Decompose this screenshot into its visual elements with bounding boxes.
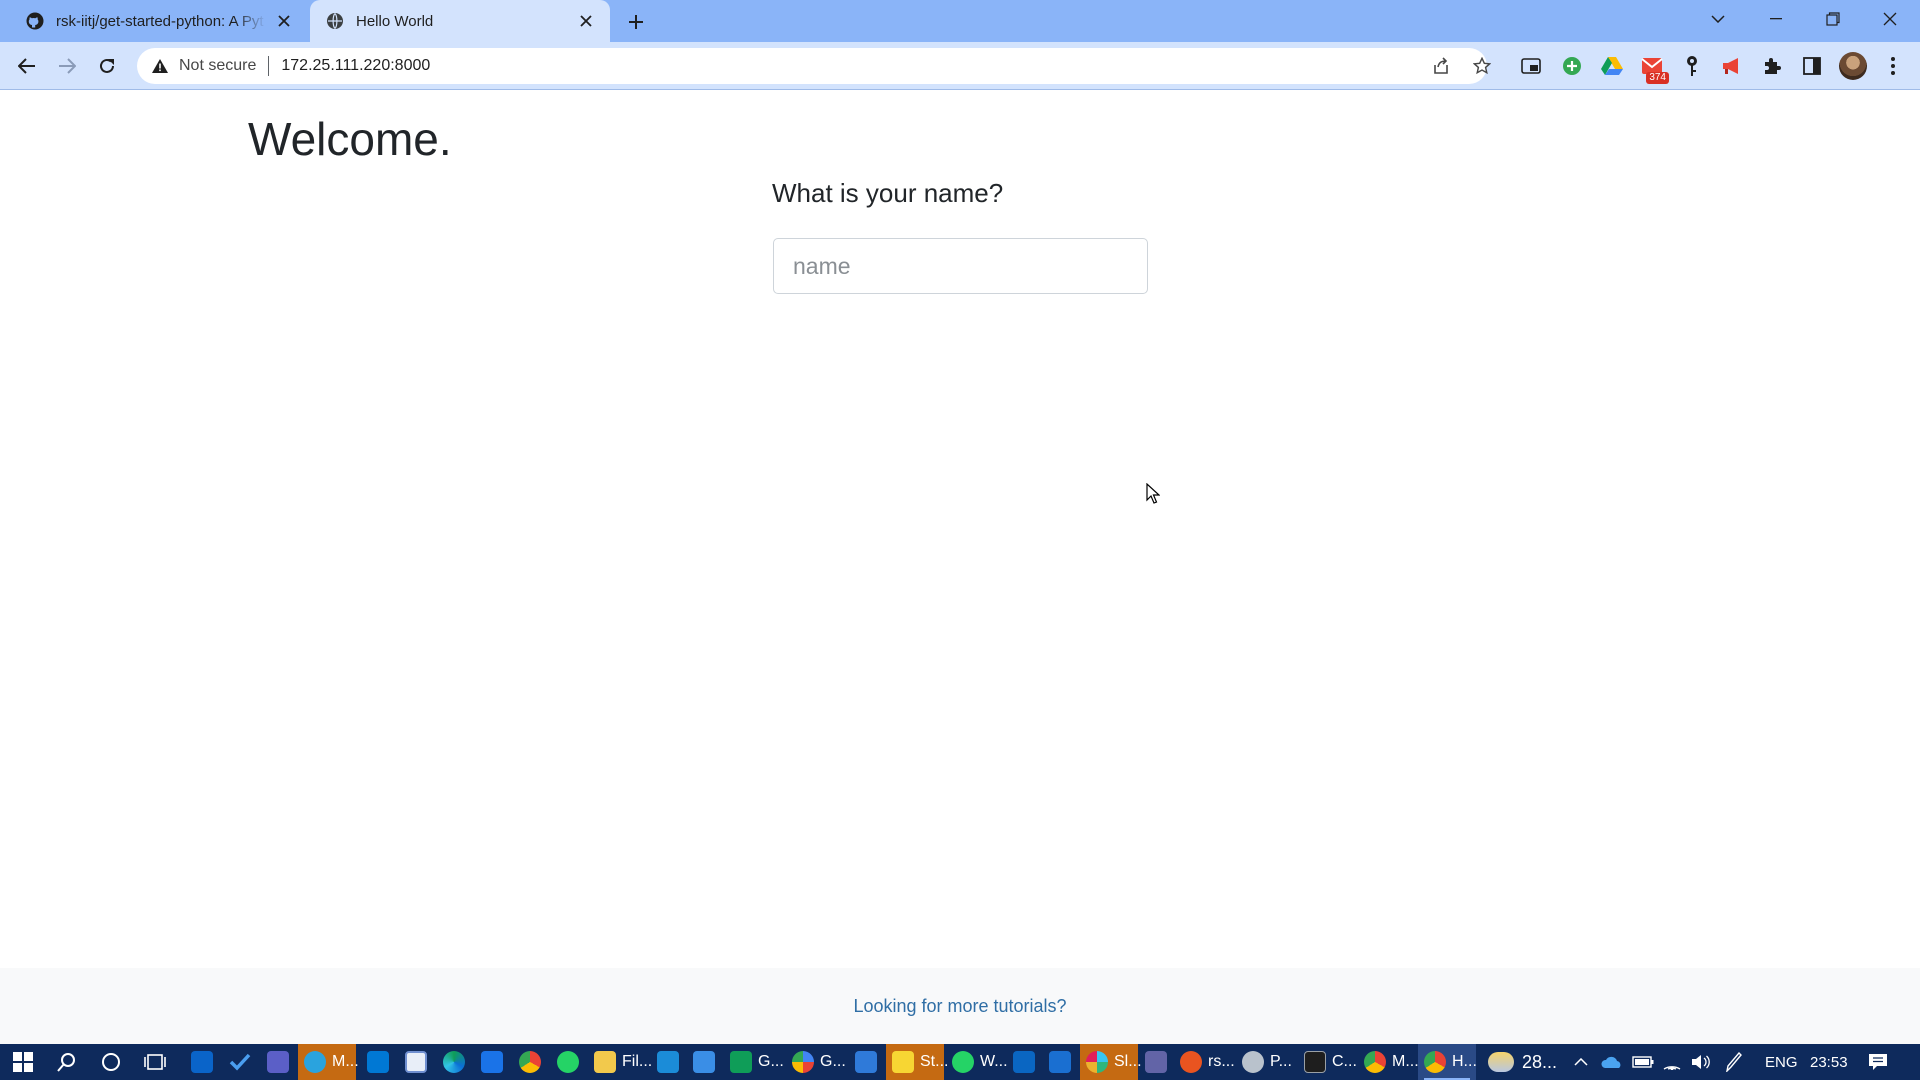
pen-icon[interactable] [1726,1044,1742,1080]
divider [268,56,270,76]
browser-menu-icon[interactable] [1878,51,1908,81]
back-button[interactable] [11,50,43,82]
chrome-app-h[interactable]: H... [1418,1044,1477,1080]
close-window-button[interactable] [1862,0,1918,38]
wifi-icon[interactable] [1662,1044,1682,1080]
add-extension-icon[interactable] [1557,51,1587,81]
cortana-icon[interactable] [96,1044,126,1080]
windows-start-icon[interactable] [8,1044,38,1080]
new-tab-button[interactable] [622,8,650,36]
onedrive-icon[interactable] [1601,1044,1623,1080]
close-icon[interactable] [274,11,294,31]
weather-text: 28... [1522,1051,1558,1072]
github-icon [26,12,44,30]
mail-icon[interactable] [690,1044,718,1080]
search-icon[interactable] [52,1044,82,1080]
language-indicator[interactable]: ENG [1765,1044,1798,1080]
windows-taskbar: M... Fil... G... G... St... W... Sl... r… [0,1044,1920,1080]
tab-title: Hello World [356,12,434,30]
weather-icon [1488,1052,1514,1072]
weather-widget[interactable]: 28... [1488,1044,1557,1080]
browser-toolbar: Not secure 172.25.111.220:8000 374 [0,42,1920,90]
name-question-label: What is your name? [772,178,1004,208]
edge-icon[interactable] [440,1044,468,1080]
slack-app[interactable]: Sl... [1080,1044,1142,1080]
share-icon[interactable] [1429,54,1453,78]
todo-icon[interactable] [226,1044,254,1080]
unread-count-badge: 374 [1646,72,1669,84]
mouse-pointer-icon [1146,482,1161,510]
chrome-icon[interactable] [516,1044,544,1080]
key-extension-icon[interactable] [1677,51,1707,81]
paint-icon[interactable] [852,1044,880,1080]
show-hidden-icons-chevron-icon[interactable] [1574,1044,1588,1080]
sheets-app[interactable]: G... [726,1044,784,1080]
tab-hello-world[interactable]: Hello World [310,0,610,42]
restore-button[interactable] [1805,0,1861,38]
tab-github[interactable]: rsk-iitj/get-started-python: A Pyt [0,0,308,42]
extensions-puzzle-icon[interactable] [1757,51,1787,81]
globe-icon [326,12,344,30]
browser-tab-strip: rsk-iitj/get-started-python: A Pyt Hello… [0,0,1920,42]
terminal-app[interactable]: C... [1300,1044,1364,1080]
tab-title: rsk-iitj/get-started-python: A Pyt [56,12,264,30]
forward-button[interactable] [51,50,83,82]
volume-icon[interactable] [1691,1044,1711,1080]
notifications-icon[interactable] [1868,1044,1888,1080]
page-heading: Welcome. [248,113,452,165]
profile-avatar[interactable] [1839,52,1867,80]
google-app[interactable]: G... [788,1044,846,1080]
sticky-notes-app[interactable]: St... [886,1044,948,1080]
gmail-checker-icon[interactable]: 374 [1637,51,1669,84]
clock[interactable]: 23:53 [1810,1044,1848,1080]
name-input[interactable] [773,238,1148,294]
whatsapp-app[interactable]: W... [948,1044,1008,1080]
teams-icon[interactable] [264,1044,292,1080]
megaphone-extension-icon[interactable] [1717,51,1747,81]
picture-in-picture-icon[interactable] [1516,51,1546,81]
azure-icon[interactable] [364,1044,392,1080]
google-drive-icon[interactable] [1597,51,1627,81]
side-panel-icon[interactable] [1797,51,1827,81]
reload-button[interactable] [91,50,123,82]
url-text[interactable]: 172.25.111.220:8000 [281,57,430,75]
security-status-text[interactable]: Not secure [179,57,256,75]
close-icon[interactable] [576,11,596,31]
files-icon[interactable] [478,1044,506,1080]
battery-icon[interactable] [1632,1044,1654,1080]
task-view-icon[interactable] [140,1044,170,1080]
outlook-mail-icon[interactable] [1046,1044,1074,1080]
chrome-app-m[interactable]: M... [1360,1044,1422,1080]
whatsapp-icon[interactable] [554,1044,582,1080]
bookmark-star-icon[interactable] [1470,54,1494,78]
postman-app[interactable]: P... [1238,1044,1294,1080]
tab-search-chevron-icon[interactable] [1690,0,1746,38]
page-footer: Looking for more tutorials? [0,968,1920,1044]
web-page-content: Welcome. What is your name? [0,90,1920,968]
file-explorer-app[interactable]: Fil... [590,1044,652,1080]
address-bar[interactable]: Not secure 172.25.111.220:8000 [137,48,1491,84]
ubuntu-app[interactable]: rs... [1176,1044,1235,1080]
calendar-icon[interactable] [402,1044,430,1080]
tiktok-icon[interactable] [654,1044,682,1080]
teams-classic-icon[interactable] [1142,1044,1170,1080]
warning-icon[interactable] [151,57,169,75]
more-tutorials-link[interactable]: Looking for more tutorials? [853,996,1066,1017]
outlook-icon[interactable] [188,1044,216,1080]
telegram-app[interactable]: M... [298,1044,359,1080]
minimize-button[interactable] [1748,0,1804,38]
linkedin-icon[interactable] [1010,1044,1038,1080]
